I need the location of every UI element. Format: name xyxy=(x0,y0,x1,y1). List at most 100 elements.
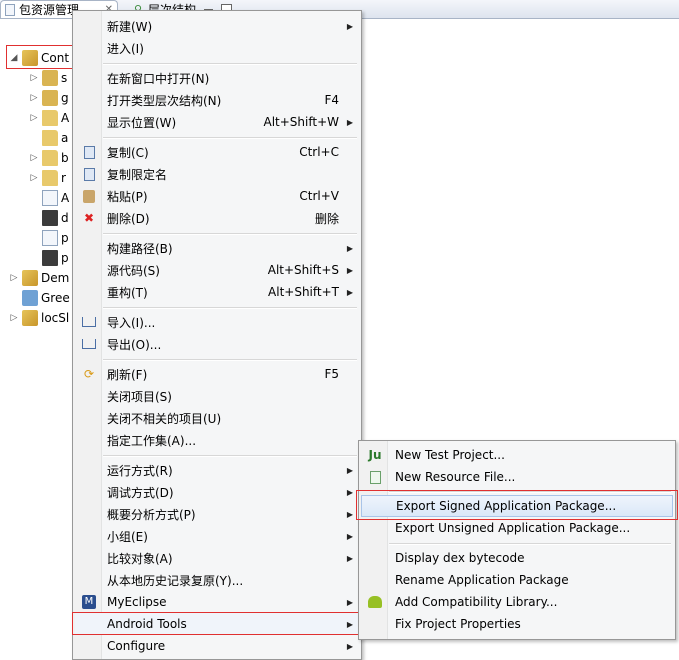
submenu-arrow-icon: ▶ xyxy=(346,265,353,275)
tree-item[interactable]: A xyxy=(29,188,69,208)
menu-item-go-into[interactable]: 进入(I) xyxy=(75,37,359,59)
submenu-arrow-icon: ▶ xyxy=(346,117,353,127)
menu-item-label: 粘贴(P) xyxy=(107,189,148,204)
menu-item-label: 复制限定名 xyxy=(107,167,168,182)
folder-icon xyxy=(42,170,58,186)
menu-item-export[interactable]: 导出(O)... xyxy=(75,333,359,355)
menu-shortcut: F5 xyxy=(324,367,339,381)
tree-item[interactable]: p xyxy=(29,228,69,248)
tree-item[interactable]: ▷ s xyxy=(29,68,67,88)
menu-item-display-dex-bytecode[interactable]: Display dex bytecode xyxy=(361,547,673,569)
expand-icon[interactable]: ▷ xyxy=(9,313,19,323)
menu-item-fix-project-properties[interactable]: Fix Project Properties xyxy=(361,613,673,635)
tree-item-project[interactable]: ▷ locSl xyxy=(9,308,69,328)
menu-item-copy-qualified-name[interactable]: 复制限定名 xyxy=(75,163,359,185)
delete-icon: ✖ xyxy=(83,211,95,225)
menu-item-run-as[interactable]: 运行方式(R) ▶ xyxy=(75,459,359,481)
menu-item-label: 复制(C) xyxy=(107,145,149,160)
menu-item-source[interactable]: 源代码(S) Alt+Shift+S ▶ xyxy=(75,259,359,281)
tree-item[interactable]: ▷ r xyxy=(29,168,66,188)
copy-qualified-icon xyxy=(81,166,97,182)
tree-item-label: Dem xyxy=(41,271,70,285)
submenu-arrow-icon: ▶ xyxy=(346,509,353,519)
menu-item-label: 重构(T) xyxy=(107,285,148,300)
menu-item-label: 在新窗口中打开(N) xyxy=(107,71,210,86)
menu-item-build-path[interactable]: 构建路径(B) ▶ xyxy=(75,237,359,259)
menu-item-delete[interactable]: ✖ 删除(D) 删除 xyxy=(75,207,359,229)
submenu-arrow-icon: ▶ xyxy=(346,287,353,297)
menu-item-new-resource-file[interactable]: New Resource File... xyxy=(361,466,673,488)
menu-separator xyxy=(103,359,357,361)
menu-item-label: Add Compatibility Library... xyxy=(395,595,558,609)
tree-item-label: A xyxy=(61,111,70,125)
menu-item-show-in[interactable]: 显示位置(W) Alt+Shift+W ▶ xyxy=(75,111,359,133)
menu-item-import[interactable]: 导入(I)... xyxy=(75,311,359,333)
menu-item-team[interactable]: 小组(E) ▶ xyxy=(75,525,359,547)
refresh-icon: ⟳ xyxy=(83,367,95,381)
myeclipse-icon: M xyxy=(81,594,97,610)
menu-item-label: 概要分析方式(P) xyxy=(107,507,196,522)
menu-item-copy[interactable]: 复制(C) Ctrl+C xyxy=(75,141,359,163)
menu-item-open-type-hierarchy[interactable]: 打开类型层次结构(N) F4 xyxy=(75,89,359,111)
menu-item-refresh[interactable]: ⟳ 刷新(F) F5 xyxy=(75,363,359,385)
menu-item-label: 导入(I)... xyxy=(107,315,156,330)
menu-item-add-compatibility-library[interactable]: Add Compatibility Library... xyxy=(361,591,673,613)
menu-item-rename-application-package[interactable]: Rename Application Package xyxy=(361,569,673,591)
expand-icon[interactable]: ▷ xyxy=(29,73,39,83)
menu-shortcut: Alt+Shift+T xyxy=(268,285,339,299)
expand-icon[interactable]: ▷ xyxy=(29,113,39,123)
menu-item-refactor[interactable]: 重构(T) Alt+Shift+T ▶ xyxy=(75,281,359,303)
submenu-arrow-icon: ▶ xyxy=(346,487,353,497)
menu-item-close-unrelated[interactable]: 关闭不相关的项目(U) xyxy=(75,407,359,429)
junit-icon: Ju xyxy=(368,448,382,462)
menu-item-paste[interactable]: 粘贴(P) Ctrl+V xyxy=(75,185,359,207)
android-icon xyxy=(367,594,383,610)
export-icon xyxy=(81,336,97,352)
menu-item-compare-with[interactable]: 比较对象(A) ▶ xyxy=(75,547,359,569)
menu-item-restore-local-history[interactable]: 从本地历史记录复原(Y)... xyxy=(75,569,359,591)
tree-item-label: r xyxy=(61,171,66,185)
menu-item-label: 指定工作集(A)... xyxy=(107,433,197,448)
menu-shortcut: Alt+Shift+S xyxy=(267,263,339,277)
package-explorer-icon xyxy=(5,3,15,16)
tree-item[interactable]: ▷ A xyxy=(29,108,69,128)
submenu-arrow-icon: ▶ xyxy=(346,243,353,253)
expand-icon[interactable]: ▷ xyxy=(29,153,39,163)
expand-icon[interactable]: ▷ xyxy=(29,93,39,103)
tab-label: 包资源管理 xyxy=(19,3,80,17)
file-icon xyxy=(42,230,58,246)
menu-shortcut: F4 xyxy=(324,93,339,107)
menu-separator xyxy=(103,63,357,65)
menu-item-label: Rename Application Package xyxy=(395,573,569,587)
menu-item-myeclipse[interactable]: M MyEclipse ▶ xyxy=(75,591,359,613)
expand-icon[interactable]: ▷ xyxy=(9,273,19,283)
tree-item-project[interactable]: ▷ Dem xyxy=(9,268,69,288)
package-icon xyxy=(42,70,58,86)
tree-item[interactable]: d xyxy=(29,208,69,228)
folder-icon xyxy=(42,130,58,146)
selection-highlight xyxy=(6,45,76,69)
menu-item-open-new-window[interactable]: 在新窗口中打开(N) xyxy=(75,67,359,89)
expand-icon[interactable]: ▷ xyxy=(29,173,39,183)
xml-file-icon xyxy=(42,210,58,226)
tree-item-label: a xyxy=(61,131,69,145)
tree-item-working-set[interactable]: Gree xyxy=(9,288,70,308)
menu-item-profile-as[interactable]: 概要分析方式(P) ▶ xyxy=(75,503,359,525)
tree-item-label: Gree xyxy=(41,291,70,305)
menu-item-assign-working-sets[interactable]: 指定工作集(A)... xyxy=(75,429,359,451)
project-icon xyxy=(22,310,38,326)
tree-item[interactable]: ▷ b xyxy=(29,148,69,168)
menu-item-label: 构建路径(B) xyxy=(107,241,173,256)
tree-item-label: d xyxy=(61,211,69,225)
tree-item[interactable]: a xyxy=(29,128,68,148)
tree-item[interactable]: p xyxy=(29,248,69,268)
menu-item-label: 刷新(F) xyxy=(107,367,148,382)
menu-item-new-test-project[interactable]: Ju New Test Project... xyxy=(361,444,673,466)
menu-item-new[interactable]: 新建(W) ▶ xyxy=(75,15,359,37)
menu-item-export-unsigned-package[interactable]: Export Unsigned Application Package... xyxy=(361,517,673,539)
menu-item-debug-as[interactable]: 调试方式(D) ▶ xyxy=(75,481,359,503)
menu-item-close-project[interactable]: 关闭项目(S) xyxy=(75,385,359,407)
menu-item-label: 小组(E) xyxy=(107,529,148,544)
tree-item[interactable]: ▷ g xyxy=(29,88,69,108)
project-icon xyxy=(22,270,38,286)
